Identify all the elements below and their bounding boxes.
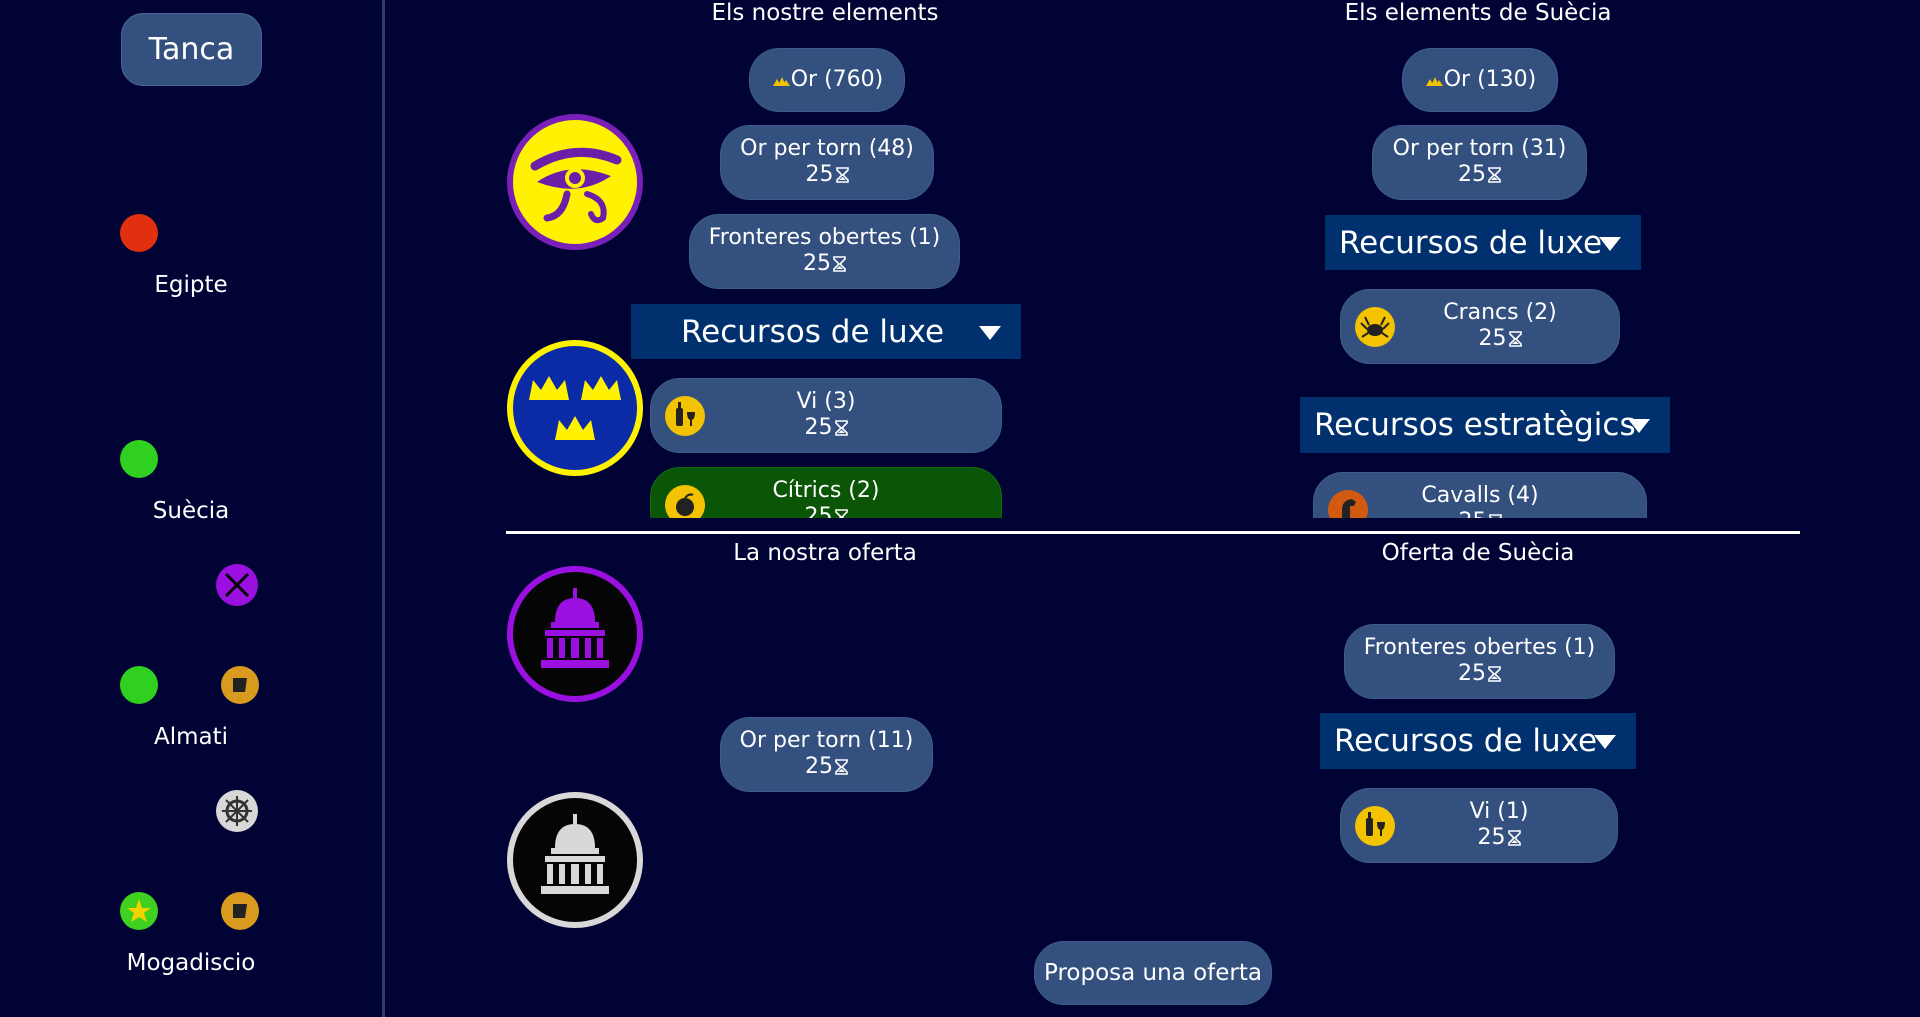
their-offer-luxury-category-toggle[interactable]: Recursos de luxe <box>1320 713 1636 769</box>
civ-name: Suècia <box>152 498 230 524</box>
their-luxury-crabs-button[interactable]: Crancs (2) 25 <box>1340 289 1620 364</box>
our-gold-per-turn-button[interactable]: Or per torn (48) 25 <box>720 125 934 200</box>
war-status-indicator <box>120 214 158 252</box>
close-button[interactable]: Tanca <box>121 13 262 86</box>
our-luxury-wine-button[interactable]: Vi (3) 25 <box>650 378 1002 453</box>
civilization-sidebar: Tanca Egipte Suècia Almati Mogadiscio <box>0 0 643 1017</box>
crossed-swords-icon <box>216 564 258 606</box>
hourglass-icon <box>1508 331 1522 347</box>
chevron-down-icon <box>1628 419 1650 433</box>
trade-panel: Els nostre elements Or (760) Or per torn… <box>385 0 1920 1017</box>
hourglass-icon <box>835 167 849 183</box>
hourglass-icon <box>1488 167 1501 183</box>
our-open-borders-button[interactable]: Fronteres obertes (1) 25 <box>689 214 960 289</box>
their-offer-title: Oferta de Suècia <box>1381 540 1575 566</box>
chevron-down-icon <box>1594 735 1616 749</box>
peace-status-indicator <box>120 666 158 704</box>
propose-offer-button[interactable]: Proposa una oferta <box>1034 941 1272 1005</box>
hourglass-icon <box>833 256 846 272</box>
their-strategic-category-toggle[interactable]: Recursos estratègics <box>1300 397 1670 453</box>
hourglass-icon <box>834 509 848 518</box>
civ-almati[interactable]: Almati <box>0 564 643 756</box>
civ-sweden[interactable]: Suècia <box>0 340 643 530</box>
their-luxury-category-toggle[interactable]: Recursos de luxe <box>1325 215 1641 270</box>
their-elements-list[interactable]: Or (130) Or per torn (31) 25 Recursos de… <box>1145 40 1920 518</box>
civ-name: Egipte <box>154 272 228 298</box>
our-luxury-citrus-button[interactable]: Cítrics (2) 25 <box>650 467 1002 518</box>
their-strategic-horses-button[interactable]: Cavalls (4) 25 <box>1313 472 1647 518</box>
their-gold-button[interactable]: Or (130) <box>1402 48 1558 112</box>
peace-status-indicator <box>120 440 158 478</box>
their-offer-open-borders-button[interactable]: Fronteres obertes (1) 25 <box>1344 624 1615 699</box>
their-gold-per-turn-button[interactable]: Or per torn (31) 25 <box>1372 125 1587 200</box>
civ-name: Mogadiscio <box>126 950 256 976</box>
our-luxury-category-toggle[interactable]: Recursos de luxe <box>631 304 1021 359</box>
our-elements-title: Els nostre elements <box>711 0 939 26</box>
our-offer-gold-per-turn-button[interactable]: Or per torn (11) 25 <box>720 717 933 792</box>
our-gold-button[interactable]: Or (760) <box>749 48 905 112</box>
chevron-down-icon <box>1599 236 1621 251</box>
crab-icon <box>1355 307 1395 347</box>
our-elements-list[interactable]: Or (760) Or per torn (48) 25 Fronteres o… <box>385 40 1145 518</box>
scroll-icon <box>221 892 259 930</box>
wine-icon <box>665 396 705 436</box>
hourglass-icon <box>1488 666 1501 682</box>
hourglass-icon <box>1488 514 1502 518</box>
gold-icon <box>771 50 791 86</box>
gold-icon <box>1424 50 1444 86</box>
hourglass-icon <box>1507 830 1521 846</box>
our-offer-title: La nostra oferta <box>733 540 917 566</box>
star-icon <box>120 892 158 930</box>
hourglass-icon <box>835 759 848 775</box>
civ-mogadiscio[interactable]: Mogadiscio <box>0 790 643 982</box>
hourglass-icon <box>834 420 848 436</box>
civ-name: Almati <box>153 724 229 750</box>
their-offer-wine-button[interactable]: Vi (1) 25 <box>1340 788 1618 863</box>
chevron-down-icon <box>979 325 1001 340</box>
wine-icon <box>1355 806 1395 846</box>
ship-wheel-icon <box>216 790 258 832</box>
section-divider <box>506 531 1800 534</box>
citrus-icon <box>665 485 705 518</box>
civ-egypt[interactable]: Egipte <box>0 114 643 304</box>
scroll-icon <box>221 666 259 704</box>
their-elements-title: Els elements de Suècia <box>1344 0 1612 26</box>
horse-icon <box>1328 490 1368 518</box>
